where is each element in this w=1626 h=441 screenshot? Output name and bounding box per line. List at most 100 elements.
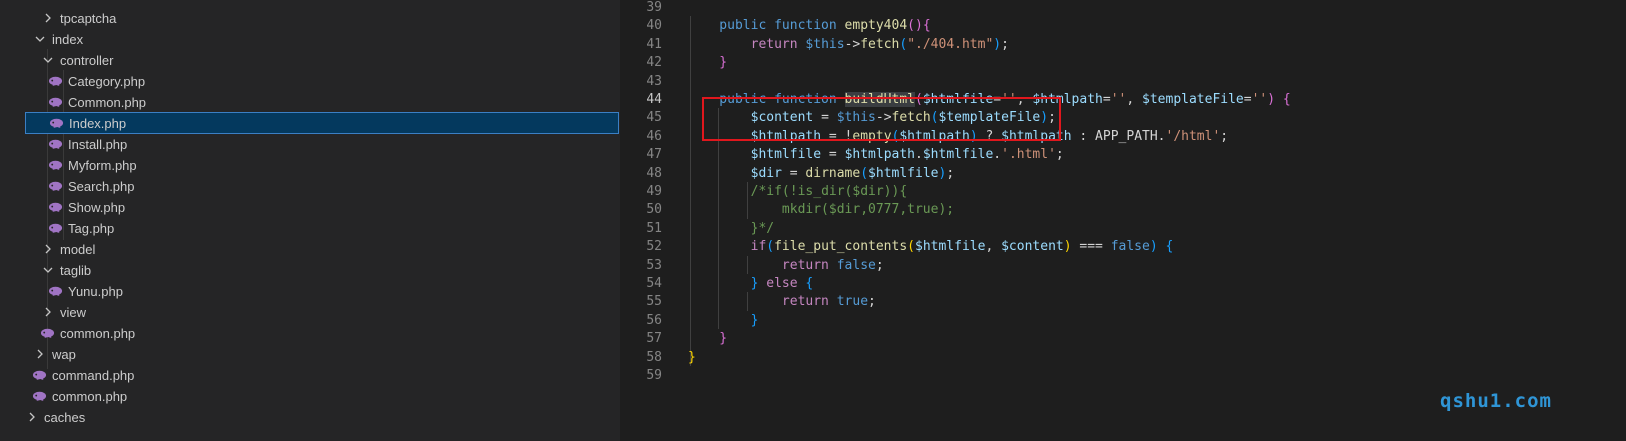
- code-token: ;: [946, 165, 955, 181]
- code-token: {: [1282, 92, 1291, 107]
- file-item[interactable]: common.php: [0, 322, 618, 344]
- file-item[interactable]: Category.php: [0, 70, 618, 92]
- file-explorer: tpcaptcha index controller Category.php Comm…: [0, 0, 620, 441]
- line-number: 58: [646, 349, 662, 365]
- chevron-down-icon[interactable]: [32, 33, 48, 45]
- code-token: ;: [1055, 147, 1064, 163]
- tree-item-label: Common.php: [68, 94, 147, 110]
- code-line[interactable]: 54 } else {: [620, 274, 1626, 293]
- code-line[interactable]: 49 /*if(!is_dir($dir)){: [620, 182, 1626, 201]
- code-token: ,: [1016, 92, 1033, 107]
- watermark: qshu1.com: [1440, 390, 1552, 412]
- code-line[interactable]: 45 $content = $this->fetch($templateFile…: [620, 108, 1626, 127]
- php-file-icon: [49, 116, 65, 130]
- folder-item[interactable]: model: [0, 238, 618, 260]
- chevron-down-icon[interactable]: [40, 264, 56, 276]
- line-number: 53: [646, 257, 662, 273]
- code-token: ): [993, 36, 1002, 52]
- code-line[interactable]: 50 mkdir($dir,0777,true);: [620, 200, 1626, 219]
- file-item[interactable]: Show.php: [0, 196, 618, 218]
- code-line[interactable]: 42 }: [620, 53, 1626, 72]
- code-line[interactable]: 40 public function empty404(){: [620, 16, 1626, 35]
- code-token: $templateFile: [1142, 92, 1244, 107]
- code-line[interactable]: 52 if(file_put_contents($htmlfile, $cont…: [620, 237, 1626, 256]
- code-token: ): [1040, 110, 1049, 126]
- code-token: ->: [875, 110, 892, 126]
- folder-item[interactable]: wap: [0, 343, 618, 365]
- code-line[interactable]: 59: [620, 366, 1626, 385]
- code-line[interactable]: 55 return true;: [620, 292, 1626, 311]
- tree-item-label: taglib: [60, 262, 92, 278]
- chevron-right-icon[interactable]: [24, 411, 40, 423]
- file-item[interactable]: command.php: [0, 364, 618, 386]
- code-text: $dir = dirname($htmlfile);: [688, 164, 955, 183]
- code-token: =: [993, 92, 1002, 107]
- code-line[interactable]: 58}: [620, 348, 1626, 367]
- code-text: } else {: [688, 274, 814, 293]
- code-line[interactable]: 47 $htmlfile = $htmlpath.$htmlfile.'.htm…: [620, 145, 1626, 164]
- file-item[interactable]: common.php: [0, 385, 618, 407]
- folder-item[interactable]: caches: [0, 406, 618, 428]
- code-token: /*if(!is_dir($dir)){: [750, 184, 908, 199]
- line-number: 54: [646, 276, 662, 291]
- code-token: '.html': [1001, 147, 1056, 163]
- tree-item-label: Index.php: [69, 115, 127, 131]
- code-line[interactable]: 44 public function buildHtml($htmlfile='…: [620, 90, 1626, 109]
- line-number: 41: [646, 36, 662, 52]
- code-token: ): [969, 128, 978, 144]
- folder-item[interactable]: taglib: [0, 259, 618, 281]
- code-line[interactable]: 46 $htmlpath = !empty($htmlpath) ? $html…: [620, 127, 1626, 146]
- code-line[interactable]: 41 return $this->fetch("./404.htm");: [620, 35, 1626, 54]
- file-item[interactable]: Index.php: [25, 112, 619, 134]
- code-token: ;: [875, 257, 884, 273]
- line-number: 56: [646, 312, 662, 328]
- code-token: $dir: [750, 165, 782, 181]
- chevron-right-icon[interactable]: [40, 306, 56, 318]
- chevron-right-icon[interactable]: [40, 243, 56, 255]
- code-line[interactable]: 48 $dir = dirname($htmlfile);: [620, 164, 1626, 183]
- code-line[interactable]: 56 }: [620, 311, 1626, 330]
- chevron-right-icon[interactable]: [40, 12, 56, 24]
- chevron-down-icon[interactable]: [40, 54, 56, 66]
- php-file-icon: [48, 158, 64, 172]
- code-text: $htmlfile = $htmlpath.$htmlfile.'.html';: [688, 145, 1064, 164]
- code-token: false: [836, 257, 876, 273]
- line-number: 46: [646, 128, 662, 144]
- code-token: ): [1149, 239, 1158, 255]
- code-text: }: [688, 348, 696, 367]
- code-token: ;: [1001, 36, 1009, 52]
- folder-item[interactable]: controller: [0, 49, 618, 71]
- file-item[interactable]: Install.php: [0, 133, 618, 155]
- code-text: $htmlpath = !empty($htmlpath) ? $htmlpat…: [688, 127, 1229, 146]
- code-token: ===: [1071, 239, 1111, 255]
- code-line[interactable]: 53 return false;: [620, 256, 1626, 275]
- folder-item[interactable]: tpcaptcha: [0, 7, 618, 29]
- chevron-right-icon[interactable]: [32, 348, 48, 360]
- folder-item[interactable]: index: [0, 28, 618, 50]
- code-token: empty: [852, 128, 892, 144]
- file-item[interactable]: Common.php: [0, 91, 618, 113]
- code-token: ->: [844, 36, 861, 52]
- line-number: 51: [646, 220, 662, 236]
- code-line[interactable]: 57 }: [620, 329, 1626, 348]
- file-item[interactable]: Yunu.php: [0, 280, 618, 302]
- file-item[interactable]: Tag.php: [0, 217, 618, 239]
- code-token: .: [993, 147, 1002, 163]
- folder-item[interactable]: view: [0, 301, 618, 323]
- code-token: public function: [688, 18, 845, 34]
- tree-item-label: Category.php: [68, 73, 146, 89]
- line-number: 47: [646, 147, 662, 163]
- code-line[interactable]: 39: [620, 0, 1626, 17]
- code-token: ,: [1126, 92, 1143, 107]
- php-file-icon: [48, 95, 64, 109]
- code-text: }*/: [688, 219, 774, 238]
- line-number: 48: [646, 165, 662, 181]
- code-line[interactable]: 43: [620, 72, 1626, 91]
- file-item[interactable]: Search.php: [0, 175, 618, 197]
- code-line[interactable]: 51 }*/: [620, 219, 1626, 238]
- file-item[interactable]: Myform.php: [0, 154, 618, 176]
- code-editor[interactable]: 39 40 public function empty404(){41 retur…: [620, 0, 1626, 441]
